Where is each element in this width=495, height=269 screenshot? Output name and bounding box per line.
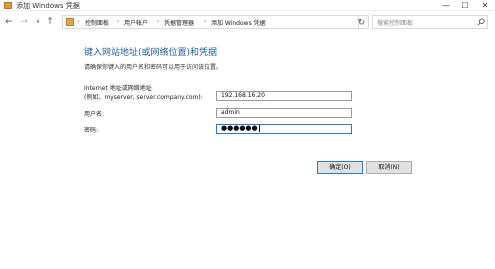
navigation-bar: ← → ∨ ↑ › 控制面板 › 用户帐户 › 凭据管理器 › 添加 Windo… [0, 12, 495, 32]
network-address-field[interactable]: 192.168.16.20 [216, 91, 352, 101]
address-label-line2: (例如，myserver, server.company.com): [84, 94, 203, 101]
search-placeholder: 搜索控制面板 [377, 20, 414, 27]
control-panel-icon [66, 18, 74, 26]
breadcrumb-user-accounts[interactable]: 用户帐户 [124, 18, 148, 27]
network-address-value: 192.168.16.20 [221, 92, 265, 99]
window-title: 添加 Windows 凭据 [16, 2, 80, 10]
back-arrow-icon[interactable]: ← [4, 16, 14, 28]
username-field[interactable]: admin [216, 108, 352, 118]
credential-manager-icon [4, 2, 12, 9]
minimize-button[interactable]: — [437, 0, 455, 11]
recent-locations-dropdown-icon[interactable]: ∨ [33, 16, 43, 28]
up-arrow-icon[interactable]: ↑ [45, 16, 55, 28]
page-title: 键入网站地址(或网络位置)和凭据 [84, 48, 218, 58]
password-label: 密码: [84, 127, 99, 134]
username-label: 用户名: [84, 111, 105, 118]
search-icon[interactable] [477, 18, 485, 26]
text-caret [258, 125, 260, 132]
refresh-icon[interactable]: ↻ [355, 15, 369, 29]
search-input[interactable]: 搜索控制面板 [372, 15, 488, 29]
breadcrumb-add-windows-credential[interactable]: 添加 Windows 凭据 [211, 18, 266, 27]
username-value: admin [221, 109, 240, 116]
breadcrumb-separator: › [117, 18, 120, 25]
breadcrumb-separator: › [204, 18, 207, 25]
breadcrumb-control-panel[interactable]: 控制面板 [85, 18, 109, 27]
password-value: ●●●●●● [221, 124, 258, 132]
close-button[interactable]: ✕ [476, 0, 494, 11]
page-subtitle: 请确保你键入的用户名和密码可以用于访问该位置。 [84, 64, 223, 71]
breadcrumb-credential-manager[interactable]: 凭据管理器 [164, 18, 194, 27]
title-bar: 添加 Windows 凭据 — ☐ ✕ [0, 0, 495, 11]
forward-arrow-icon[interactable]: → [19, 16, 29, 28]
maximize-button[interactable]: ☐ [456, 0, 474, 11]
cancel-button[interactable]: 取消(N) [366, 161, 412, 174]
ok-button[interactable]: 确定(O) [317, 161, 363, 174]
address-label-line1: Internet 地址或网络地址 [84, 85, 152, 92]
breadcrumb-separator: › [77, 18, 80, 25]
password-field[interactable]: ●●●●●● [216, 124, 352, 134]
address-bar[interactable]: › 控制面板 › 用户帐户 › 凭据管理器 › 添加 Windows 凭据 ∨ [62, 15, 412, 29]
breadcrumb-separator: › [157, 18, 160, 25]
